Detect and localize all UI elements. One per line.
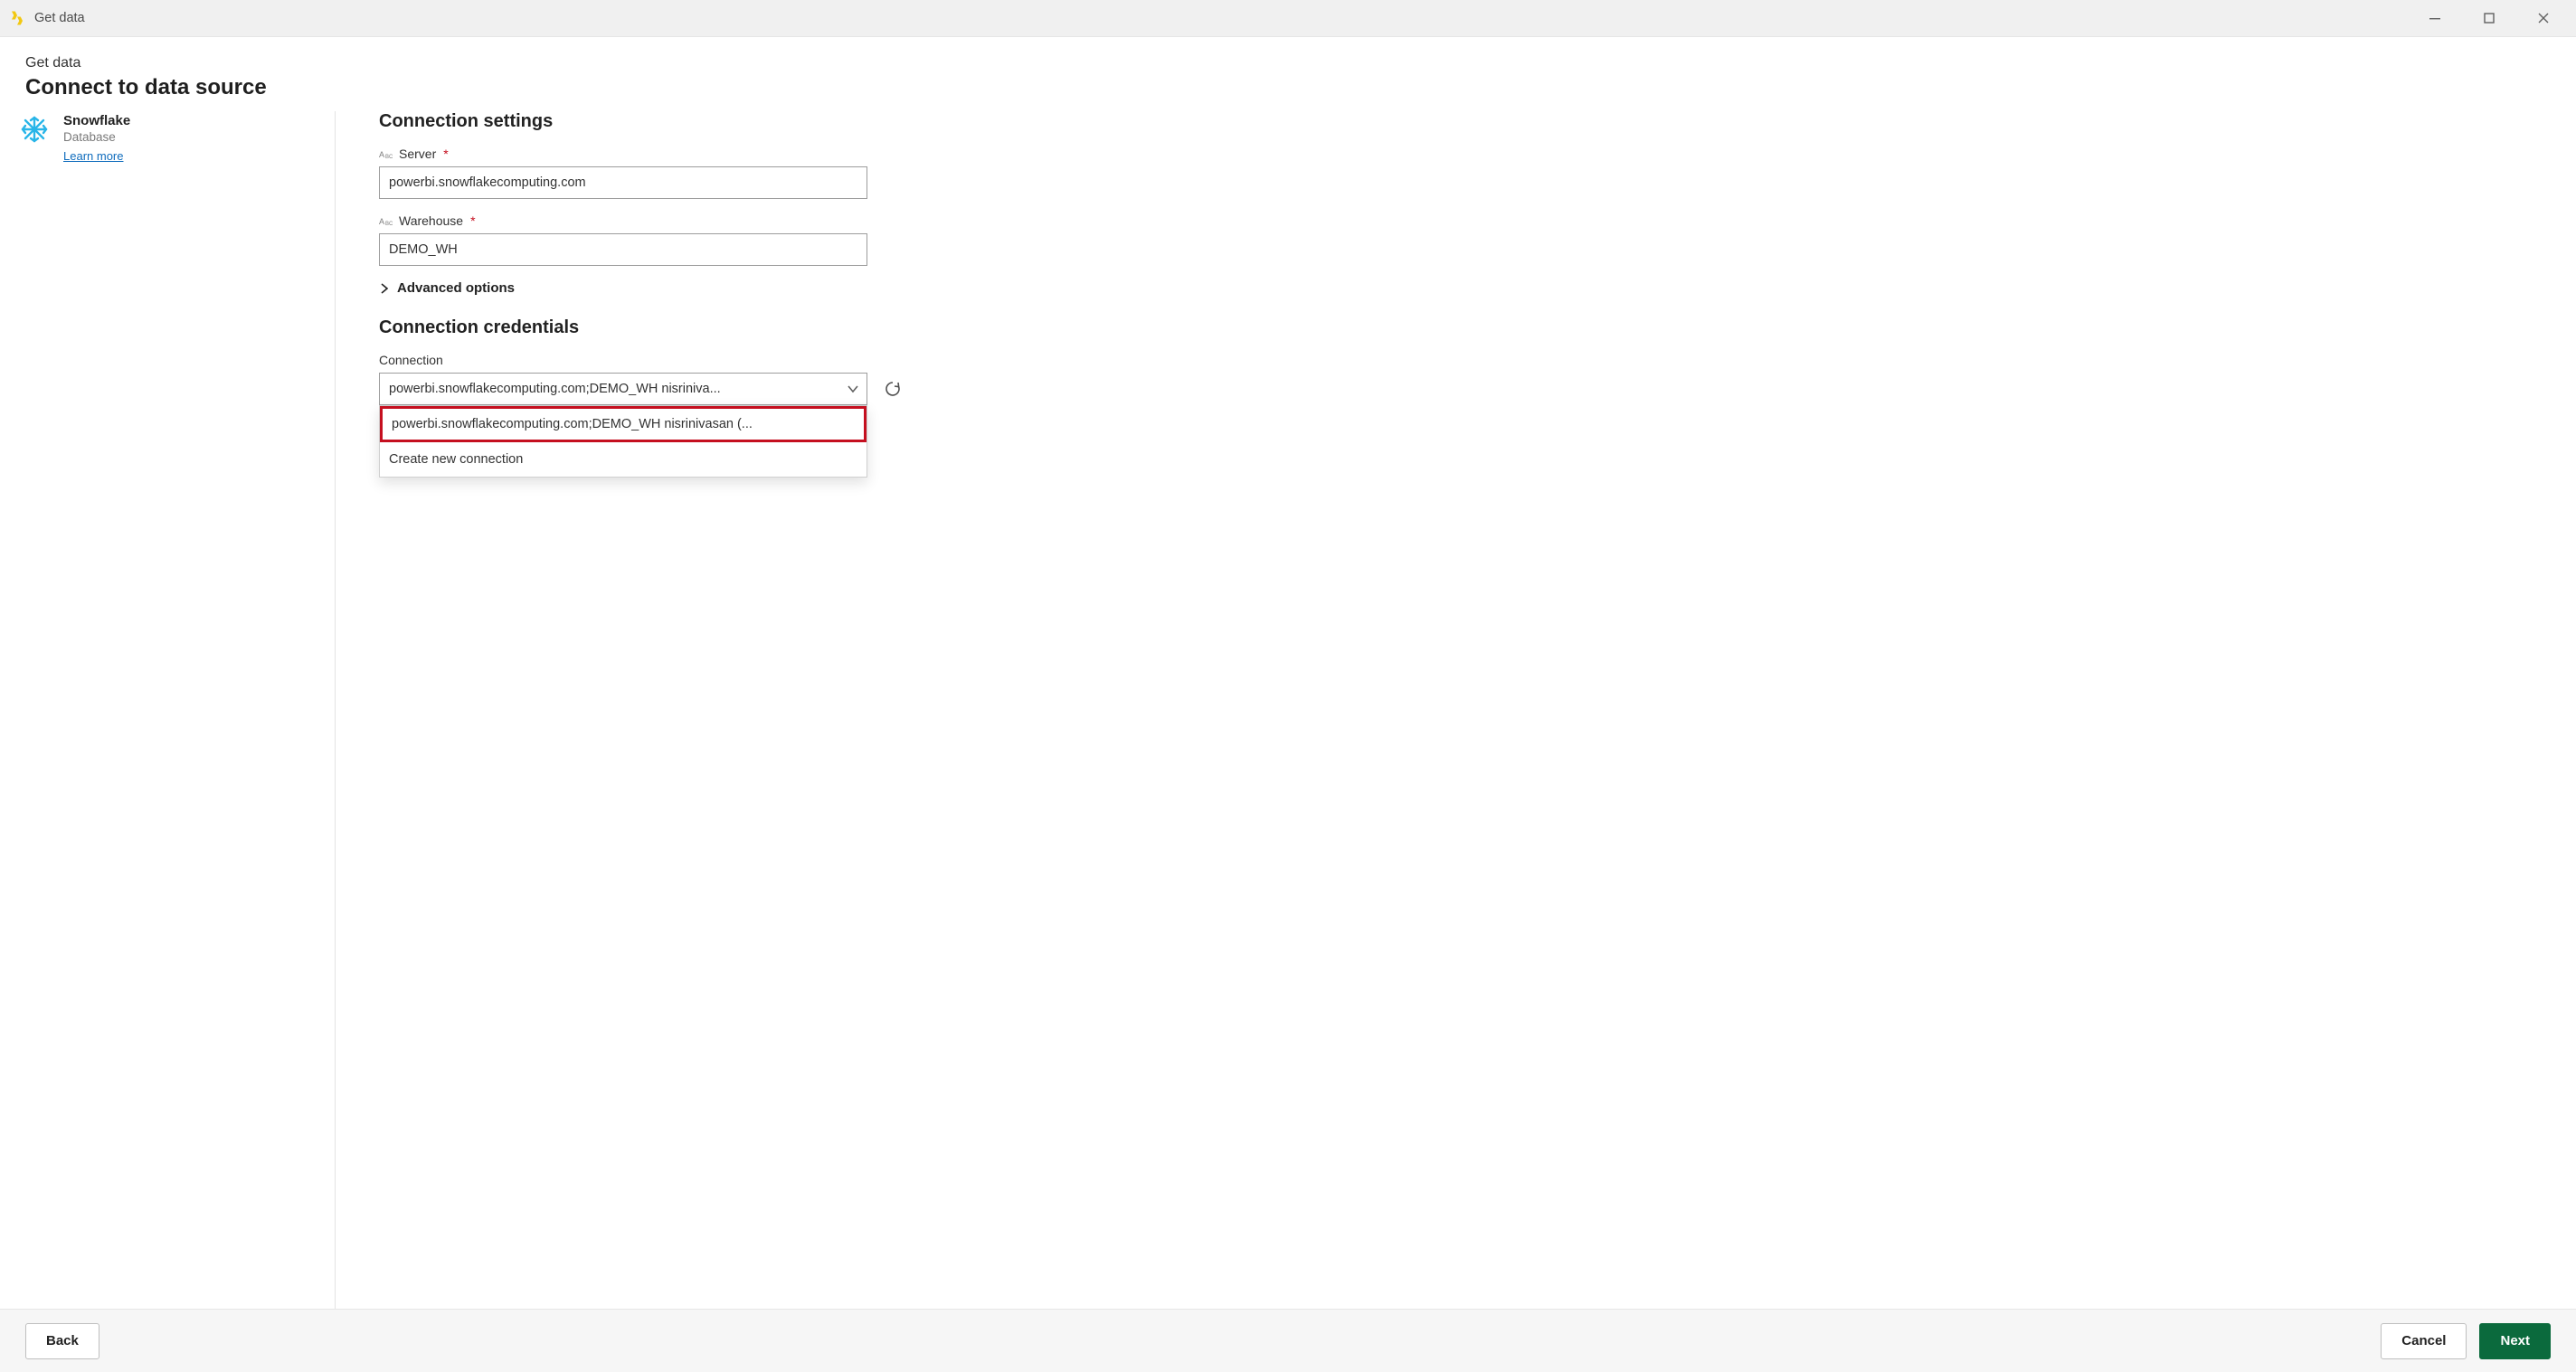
- connection-settings-heading: Connection settings: [379, 111, 2554, 132]
- page-eyebrow: Get data: [25, 55, 2551, 71]
- connection-label: Connection: [379, 353, 443, 367]
- page-header: Get data Connect to data source: [0, 37, 2576, 111]
- app-icon: [7, 8, 27, 28]
- connector-sidebar: Snowflake Database Learn more: [0, 111, 335, 1309]
- snowflake-icon: [20, 115, 49, 144]
- warehouse-input[interactable]: [379, 233, 867, 266]
- server-input[interactable]: [379, 166, 867, 199]
- connection-dropdown[interactable]: powerbi.snowflakecomputing.com;DEMO_WH n…: [379, 373, 867, 405]
- connection-option-existing[interactable]: powerbi.snowflakecomputing.com;DEMO_WH n…: [380, 406, 867, 442]
- cancel-button[interactable]: Cancel: [2381, 1323, 2467, 1359]
- warehouse-label: Warehouse: [399, 213, 463, 228]
- connection-credentials-heading: Connection credentials: [379, 317, 2554, 338]
- minimize-button[interactable]: [2408, 0, 2462, 37]
- advanced-options-label: Advanced options: [397, 280, 515, 296]
- svg-text:BC: BC: [385, 155, 393, 160]
- svg-text:A: A: [379, 217, 384, 226]
- connection-field: Connection powerbi.snowflakecomputing.co…: [379, 353, 2554, 405]
- main-area: Snowflake Database Learn more Connection…: [0, 111, 2576, 1309]
- text-type-icon: ABC: [379, 213, 393, 228]
- connector-card: Snowflake Database Learn more: [20, 113, 318, 165]
- dialog-footer: Back Cancel Next: [0, 1309, 2576, 1372]
- advanced-options-toggle[interactable]: Advanced options: [379, 280, 2554, 296]
- connection-option-create-new[interactable]: Create new connection: [380, 442, 867, 477]
- required-marker: *: [443, 147, 448, 161]
- back-button[interactable]: Back: [25, 1323, 99, 1359]
- chevron-right-icon: [379, 283, 390, 294]
- next-button[interactable]: Next: [2479, 1323, 2551, 1359]
- text-type-icon: ABC: [379, 147, 393, 161]
- connector-name: Snowflake: [63, 113, 130, 128]
- titlebar: Get data: [0, 0, 2576, 37]
- learn-more-link[interactable]: Learn more: [63, 149, 123, 163]
- window-title: Get data: [34, 11, 85, 25]
- chevron-down-icon: [847, 383, 859, 395]
- refresh-connections-button[interactable]: [882, 378, 904, 400]
- connection-dropdown-panel: powerbi.snowflakecomputing.com;DEMO_WH n…: [379, 405, 867, 478]
- connector-subtitle: Database: [63, 130, 130, 144]
- connection-selected-text: powerbi.snowflakecomputing.com;DEMO_WH n…: [389, 382, 839, 396]
- close-button[interactable]: [2516, 0, 2571, 37]
- svg-text:A: A: [379, 150, 384, 159]
- server-label: Server: [399, 147, 436, 161]
- server-field: ABC Server *: [379, 147, 2554, 199]
- maximize-button[interactable]: [2462, 0, 2516, 37]
- warehouse-field: ABC Warehouse *: [379, 213, 2554, 266]
- required-marker: *: [470, 213, 475, 228]
- form-column: Connection settings ABC Server * ABC War…: [336, 111, 2576, 1309]
- page-title: Connect to data source: [25, 75, 2551, 100]
- svg-text:BC: BC: [385, 222, 393, 227]
